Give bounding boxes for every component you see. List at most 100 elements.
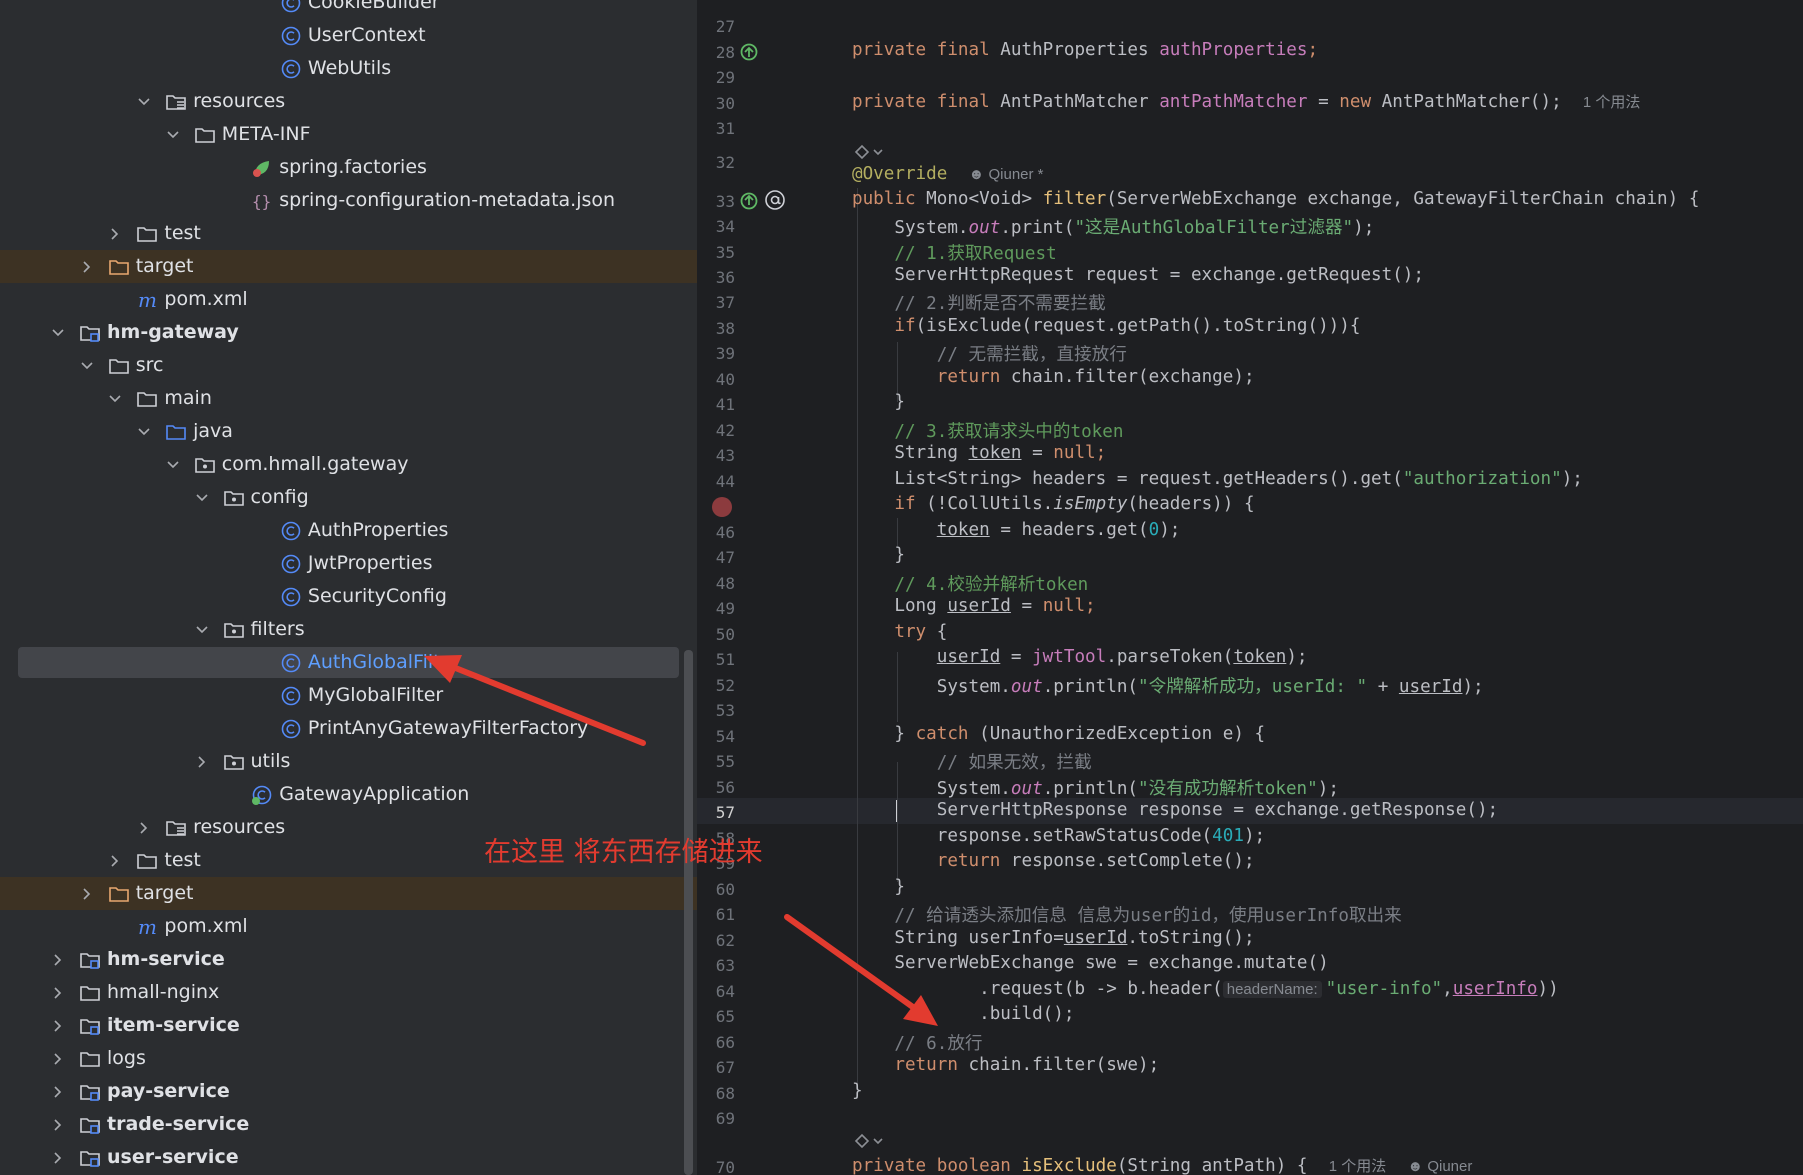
tree-item-spring-configuration-metadata-json[interactable]: {} spring-configuration-metadata.json	[0, 184, 697, 217]
tree-scrollbar[interactable]	[684, 650, 693, 1175]
line-number[interactable]: 31	[697, 119, 735, 138]
line-number[interactable]: 48	[697, 574, 735, 593]
tree-item-filters[interactable]: filters	[0, 613, 697, 646]
tree-item-target[interactable]: target	[0, 250, 697, 283]
line-number[interactable]: 57	[697, 803, 735, 822]
line-number[interactable]: 29	[697, 68, 735, 87]
line-number[interactable]: 28	[697, 43, 735, 62]
line-number[interactable]: 63	[697, 956, 735, 975]
tree-item-config[interactable]: config	[0, 481, 697, 514]
tree-item-printanygatewayfilterfactory[interactable]: PrintAnyGatewayFilterFactory	[0, 712, 697, 745]
tree-item-pom-xml[interactable]: m pom.xml	[0, 910, 697, 943]
line-number[interactable]: 37	[697, 293, 735, 312]
author-hint[interactable]: ☻ Qiuner	[1407, 1158, 1472, 1175]
chevron-right-icon[interactable]	[137, 821, 151, 835]
chevron-down-icon[interactable]	[80, 359, 94, 373]
tree-item-utils[interactable]: utils	[0, 745, 697, 778]
line-number[interactable]: 68	[697, 1084, 735, 1103]
usage-hint[interactable]: 1 个用法	[1329, 1158, 1387, 1175]
chevron-right-icon[interactable]	[51, 986, 65, 1000]
line-number[interactable]: 35	[697, 243, 735, 262]
line-number[interactable]: 46	[697, 523, 735, 542]
tree-item-test[interactable]: test	[0, 217, 697, 250]
tree-item-authglobalfilter[interactable]: AuthGlobalFilter	[0, 646, 697, 679]
tree-item-main[interactable]: main	[0, 382, 697, 415]
tree-item-trade-service[interactable]: trade-service	[0, 1108, 697, 1141]
chevron-right-icon[interactable]	[80, 887, 94, 901]
tree-item-authproperties[interactable]: AuthProperties	[0, 514, 697, 547]
tree-item-logs[interactable]: logs	[0, 1042, 697, 1075]
line-number[interactable]: 53	[697, 701, 735, 720]
line-number[interactable]: 43	[697, 446, 735, 465]
tree-item-hm-service[interactable]: hm-service	[0, 943, 697, 976]
tree-item-pom-xml[interactable]: m pom.xml	[0, 283, 697, 316]
line-number[interactable]: 40	[697, 370, 735, 389]
chevron-down-icon[interactable]	[137, 425, 151, 439]
line-number[interactable]: 70	[697, 1158, 735, 1175]
tree-item-webutils[interactable]: WebUtils	[0, 52, 697, 85]
tree-item-hmall-nginx[interactable]: hmall-nginx	[0, 976, 697, 1009]
tree-item-securityconfig[interactable]: SecurityConfig	[0, 580, 697, 613]
chevron-right-icon[interactable]	[51, 1085, 65, 1099]
line-number[interactable]: 69	[697, 1109, 735, 1128]
tree-item-myglobalfilter[interactable]: MyGlobalFilter	[0, 679, 697, 712]
line-number[interactable]: 49	[697, 599, 735, 618]
tree-item-resources[interactable]: resources	[0, 85, 697, 118]
line-number[interactable]: 44	[697, 472, 735, 491]
line-number[interactable]: 65	[697, 1007, 735, 1026]
line-number[interactable]: 51	[697, 650, 735, 669]
tree-item-item-service[interactable]: item-service	[0, 1009, 697, 1042]
tree-item-jwtproperties[interactable]: JwtProperties	[0, 547, 697, 580]
chevron-right-icon[interactable]	[51, 1019, 65, 1033]
line-number[interactable]: 32	[697, 153, 735, 172]
line-number[interactable]: 47	[697, 548, 735, 567]
line-number[interactable]: 66	[697, 1033, 735, 1052]
line-number[interactable]: 38	[697, 319, 735, 338]
line-number[interactable]: 55	[697, 752, 735, 771]
tree-item-spring-factories[interactable]: spring.factories	[0, 151, 697, 184]
line-number[interactable]: 41	[697, 395, 735, 414]
chevron-down-icon[interactable]	[137, 95, 151, 109]
chevron-right-icon[interactable]	[51, 953, 65, 967]
line-number[interactable]: 30	[697, 94, 735, 113]
chevron-down-icon[interactable]	[195, 491, 209, 505]
tree-item-java[interactable]: java	[0, 415, 697, 448]
line-number[interactable]: 39	[697, 344, 735, 363]
chevron-down-icon[interactable]	[195, 623, 209, 637]
tree-item-hm-gateway[interactable]: hm-gateway	[0, 316, 697, 349]
chevron-down-icon[interactable]	[108, 392, 122, 406]
tree-item-pay-service[interactable]: pay-service	[0, 1075, 697, 1108]
tree-item-user-service[interactable]: user-service	[0, 1141, 697, 1174]
chevron-right-icon[interactable]	[108, 854, 122, 868]
line-number[interactable]: 34	[697, 217, 735, 236]
line-number[interactable]: 33	[697, 192, 735, 211]
line-number[interactable]: 27	[697, 17, 735, 36]
line-number[interactable]: 67	[697, 1058, 735, 1077]
chevron-down-icon[interactable]	[51, 326, 65, 340]
chevron-down-icon[interactable]	[166, 458, 180, 472]
tree-item-cookiebuilder[interactable]: CookieBuilder	[0, 0, 697, 19]
line-number[interactable]: 52	[697, 676, 735, 695]
breakpoint-icon[interactable]	[711, 496, 733, 518]
line-number[interactable]: 60	[697, 880, 735, 899]
line-number[interactable]: 36	[697, 268, 735, 287]
chevron-right-icon[interactable]	[195, 755, 209, 769]
chevron-right-icon[interactable]	[80, 260, 94, 274]
usage-hint[interactable]: 1 个用法	[1583, 94, 1641, 111]
tree-item-src[interactable]: src	[0, 349, 697, 382]
tree-item-gatewayapplication[interactable]: GatewayApplication	[0, 778, 697, 811]
chevron-right-icon[interactable]	[51, 1052, 65, 1066]
implements-gutter-icon[interactable]	[739, 42, 759, 62]
at-sign-icon[interactable]	[764, 189, 786, 211]
line-number[interactable]: 42	[697, 421, 735, 440]
line-number[interactable]: 54	[697, 727, 735, 746]
author-hint[interactable]: ☻ Qiuner *	[969, 166, 1044, 183]
line-number[interactable]: 64	[697, 982, 735, 1001]
override-gutter-icon[interactable]	[739, 191, 759, 211]
line-number[interactable]: 62	[697, 931, 735, 950]
code-editor[interactable]: 27 28 29 30 31 32 33 34 35 36 37 38 39 40 41 42 43 44 46 47…	[697, 0, 1803, 1175]
tree-item-target[interactable]: target	[0, 877, 697, 910]
chevron-right-icon[interactable]	[51, 1151, 65, 1165]
chevron-right-icon[interactable]	[51, 1118, 65, 1132]
line-number[interactable]: 56	[697, 778, 735, 797]
